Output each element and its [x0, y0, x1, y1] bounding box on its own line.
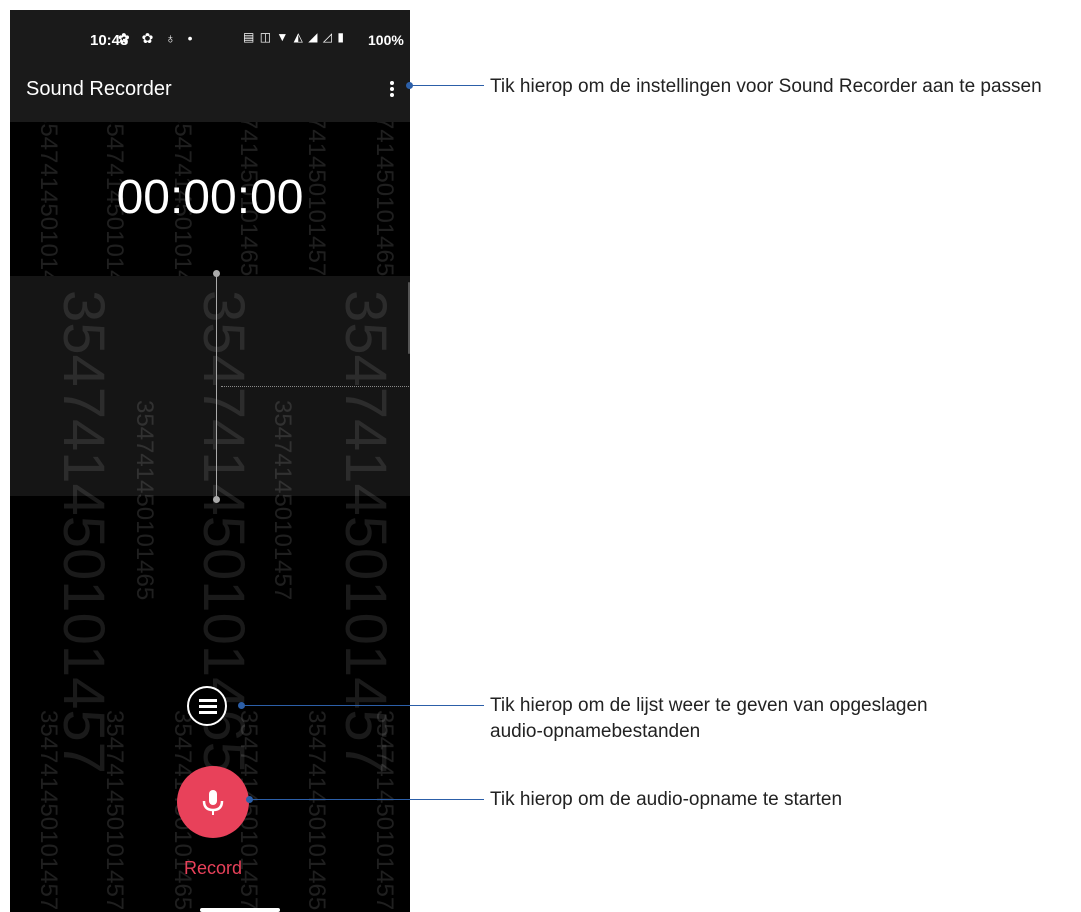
- callout-list-line1: Tik hierop om de lijst weer te geven van…: [490, 695, 928, 716]
- playhead-cap-bottom: [213, 496, 220, 503]
- signal-off-icon: ◿: [322, 30, 333, 44]
- recordings-list-button[interactable]: [187, 686, 227, 726]
- watermark-text: 354741450101465: [131, 400, 158, 601]
- callout-list-line2: audio-opnamebestanden: [490, 721, 701, 742]
- elapsed-timer: 00:00:00: [116, 171, 304, 224]
- callout-line: [242, 705, 484, 706]
- callout-line: [250, 799, 484, 800]
- status-right-icons: ▤ ◫ ▼ ◭ ◢ ◿ ▮: [243, 30, 345, 44]
- watermark-text: 354741450101457: [333, 290, 398, 774]
- nfc-icon: ▤: [243, 30, 256, 44]
- watermark-text: 354741450101465: [303, 710, 330, 911]
- mic-icon: [202, 790, 224, 815]
- status-left-icons: ✿ ✿ ♁ •: [118, 30, 197, 47]
- phone-screen: 354741450101457 354741450101465 35474145…: [10, 10, 410, 912]
- playhead-cap-top: [213, 270, 220, 277]
- home-indicator[interactable]: [200, 908, 280, 912]
- location-icon: ♁: [165, 30, 180, 46]
- wifi-icon: ▼: [276, 30, 290, 44]
- callout-settings: Tik hierop om de instellingen voor Sound…: [490, 76, 1042, 97]
- gear-icon: ✿: [118, 30, 134, 46]
- callout-record: Tik hierop om de audio-opname te starten: [490, 789, 843, 810]
- record-button[interactable]: [177, 766, 249, 838]
- lte-icon: ◭: [293, 30, 304, 44]
- status-bar: 10:43 ✿ ✿ ♁ • ▤ ◫ ▼ ◭ ◢ ◿ ▮ 100%: [10, 10, 410, 70]
- dot-icon: •: [187, 30, 197, 46]
- battery-percent: 100%: [368, 32, 404, 48]
- watermark-text: 354741450101457: [51, 290, 116, 774]
- waveform-baseline: [221, 386, 410, 387]
- scroll-indicator: [408, 282, 410, 354]
- battery-icon: ▮: [337, 30, 345, 44]
- signal-icon: ◢: [308, 30, 319, 44]
- more-vert-icon[interactable]: [382, 76, 402, 106]
- vibrate-icon: ◫: [259, 30, 273, 44]
- playhead-line: [216, 274, 217, 502]
- callout-line: [410, 85, 484, 86]
- app-title: Sound Recorder: [26, 78, 172, 100]
- gear-icon: ✿: [141, 30, 158, 46]
- record-label: Record: [183, 858, 243, 878]
- watermark-text: 354741450101457: [269, 400, 296, 601]
